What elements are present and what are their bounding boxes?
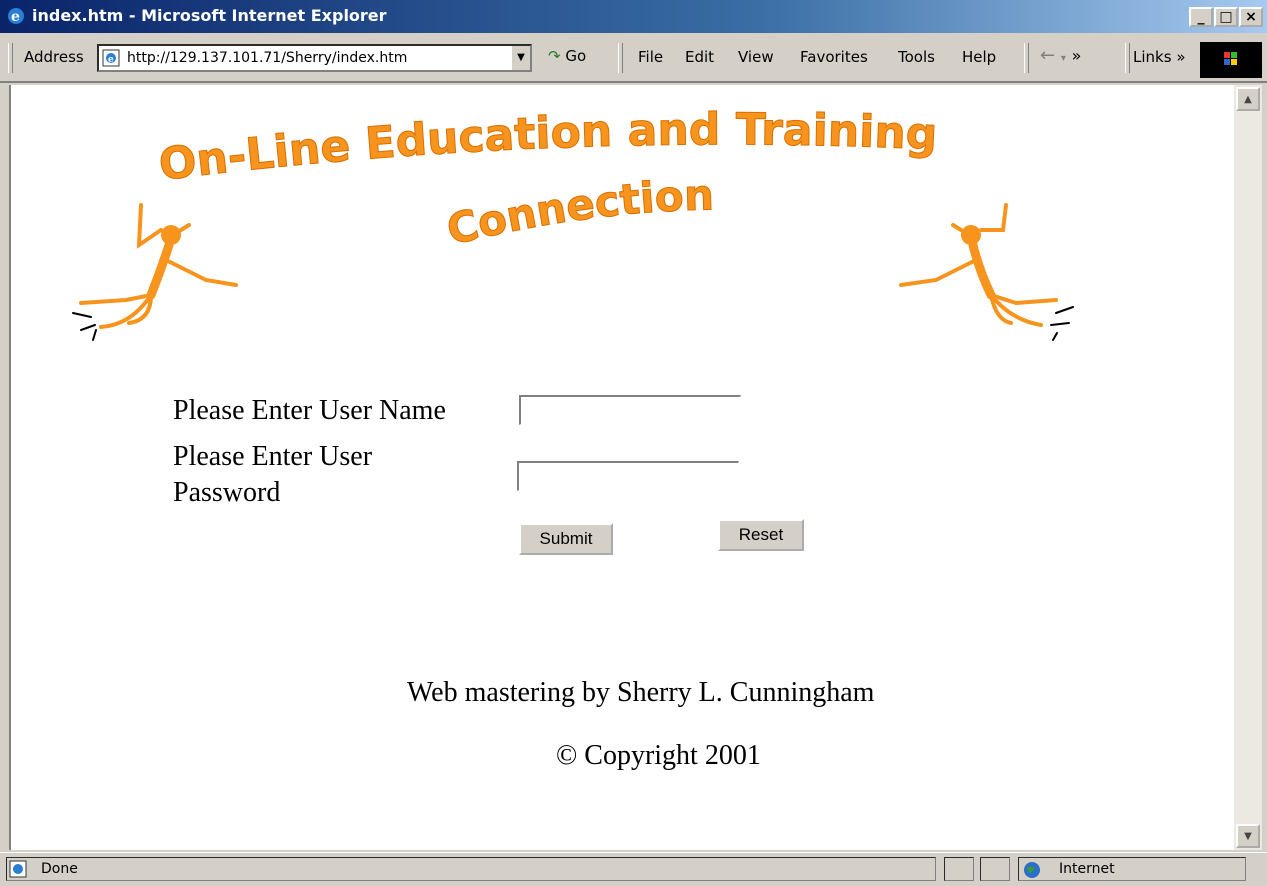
password-input[interactable] — [517, 461, 739, 491]
toolbar-grip[interactable] — [8, 43, 13, 73]
status-cell — [944, 857, 974, 881]
status-text: Done — [41, 861, 78, 877]
address-label: Address — [24, 48, 84, 66]
menu-view[interactable]: View — [738, 48, 774, 66]
username-input[interactable] — [519, 395, 741, 425]
status-text-pane: Done — [6, 857, 936, 881]
ie-logo-icon: e — [8, 8, 24, 25]
minimize-button[interactable]: _ — [1189, 7, 1213, 27]
svg-text:e: e — [108, 55, 114, 65]
banner: On-Line Education and Training Connectio… — [72, 104, 1074, 341]
submit-button[interactable]: Submit — [519, 523, 613, 555]
go-arrow-icon: ↷ — [548, 47, 561, 65]
page-icon: e — [102, 49, 120, 67]
address-toolbar: Address e http://129.137.101.71/Sherry/i… — [0, 33, 1267, 83]
scroll-up-arrow-icon: ▲ — [1244, 93, 1252, 105]
go-label: Go — [565, 47, 587, 65]
security-zone-pane: Internet — [1018, 857, 1246, 881]
windows-logo — [1200, 42, 1262, 78]
scroll-up-button[interactable]: ▲ — [1236, 87, 1260, 111]
address-dropdown-button[interactable]: ▼ — [510, 46, 530, 70]
links-chevron: » — [1176, 48, 1186, 66]
password-label-line2: Password — [173, 477, 281, 508]
ie-page-icon — [9, 860, 27, 878]
title-bar[interactable]: e index.htm - Microsoft Internet Explore… — [0, 0, 1267, 33]
toolbar-grip[interactable] — [1024, 43, 1029, 73]
password-label-line1: Please Enter User — [173, 441, 373, 472]
copyright-notice: © Copyright 2001 — [556, 740, 761, 771]
back-button[interactable]: ← ▾ » — [1040, 45, 1081, 66]
scroll-down-arrow-icon: ▼ — [1244, 830, 1252, 842]
status-cell — [980, 857, 1010, 881]
go-button[interactable]: ↷ Go — [548, 47, 586, 65]
back-arrow-icon: ← — [1040, 45, 1056, 66]
banner-title-line2: Connection — [442, 170, 715, 255]
svg-text:On-Line Education and Training: On-Line Education and Training — [156, 104, 938, 190]
menu-help[interactable]: Help — [962, 48, 996, 66]
banner-title-line1: On-Line Education and Training — [156, 104, 939, 191]
address-input[interactable]: e http://129.137.101.71/Sherry/index.htm… — [97, 44, 532, 72]
menu-edit[interactable]: Edit — [685, 48, 714, 66]
address-url: http://129.137.101.71/Sherry/index.htm — [127, 50, 408, 66]
username-label: Please Enter User Name — [173, 395, 446, 426]
zone-text: Internet — [1059, 861, 1115, 877]
links-button[interactable]: Links » — [1133, 48, 1186, 66]
page-content: On-Line Education and Training Connectio… — [9, 85, 1234, 850]
status-bar: Done Internet — [0, 852, 1267, 886]
menu-file[interactable]: File — [638, 48, 663, 66]
reset-button[interactable]: Reset — [718, 519, 804, 551]
svg-text:Connection: Connection — [442, 170, 714, 254]
menu-tools[interactable]: Tools — [898, 48, 935, 66]
vertical-scrollbar[interactable]: ▲ ▼ — [1234, 85, 1262, 850]
dancing-figure-left-icon — [72, 203, 238, 341]
links-label: Links — [1133, 48, 1172, 66]
dancing-figure-right-icon — [899, 203, 1074, 341]
window-title: index.htm - Microsoft Internet Explorer — [32, 6, 387, 25]
menu-favorites[interactable]: Favorites — [800, 48, 868, 66]
toolbar-grip[interactable] — [618, 43, 623, 73]
close-button[interactable]: × — [1239, 7, 1263, 27]
webmaster-credit: Web mastering by Sherry L. Cunningham — [407, 677, 875, 708]
windows-flag-icon — [1224, 52, 1237, 65]
toolbar-chevron[interactable]: » — [1072, 46, 1082, 65]
globe-icon — [1024, 862, 1040, 878]
back-dropdown-icon: ▾ — [1060, 53, 1066, 64]
svg-text:e: e — [11, 9, 20, 25]
maximize-button[interactable]: □ — [1214, 7, 1238, 27]
toolbar-grip[interactable] — [1125, 43, 1130, 73]
scroll-down-button[interactable]: ▼ — [1236, 824, 1260, 848]
